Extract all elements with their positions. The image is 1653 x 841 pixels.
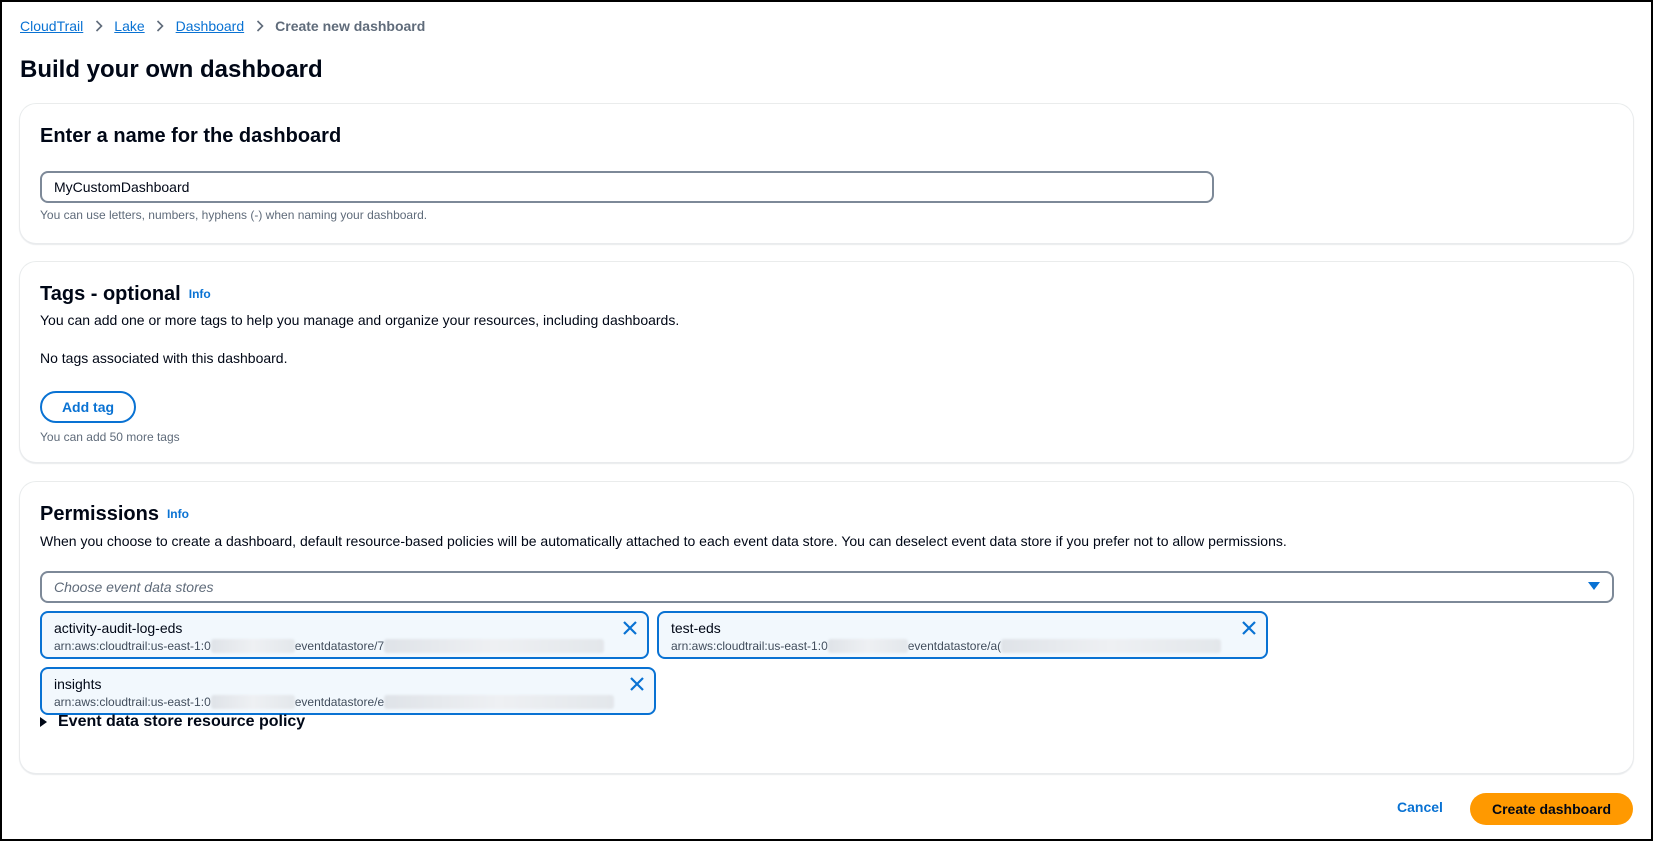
token-insights: insights arn:aws:cloudtrail:us-east-1:0 e… <box>40 667 656 715</box>
token-name: test-eds <box>671 620 721 636</box>
token-activity-audit-log-eds: activity-audit-log-eds arn:aws:cloudtrai… <box>40 611 649 659</box>
create-dashboard-button[interactable]: Create dashboard <box>1470 793 1633 825</box>
tags-empty-text: No tags associated with this dashboard. <box>40 350 288 366</box>
tags-container: Tags - optional Info You can add one or m… <box>20 262 1633 462</box>
caret-right-icon <box>40 717 47 727</box>
tags-section-title: Tags - optional <box>40 283 181 305</box>
caret-down-icon <box>1588 578 1600 596</box>
token-arn: arn:aws:cloudtrail:us-east-1:0 eventdatas… <box>54 637 635 655</box>
event-data-store-select[interactable]: Choose event data stores <box>40 571 1614 603</box>
tags-section-header: Tags - optional Info <box>40 283 211 306</box>
name-container: Enter a name for the dashboard You can u… <box>20 104 1633 243</box>
cancel-button[interactable]: Cancel <box>1397 799 1443 815</box>
close-icon[interactable] <box>1240 619 1258 637</box>
permissions-section-header: Permissions Info <box>40 503 189 526</box>
add-tag-button[interactable]: Add tag <box>40 391 136 423</box>
name-hint: You can use letters, numbers, hyphens (-… <box>40 208 428 222</box>
tags-info-link[interactable]: Info <box>189 287 211 301</box>
permissions-section-title: Permissions <box>40 503 159 525</box>
dashboard-name-input[interactable] <box>40 171 1214 203</box>
chevron-right-icon <box>145 20 176 32</box>
token-name: activity-audit-log-eds <box>54 620 183 636</box>
permissions-description: When you choose to create a dashboard, d… <box>40 533 1287 549</box>
permissions-info-link[interactable]: Info <box>167 507 189 521</box>
chevron-right-icon <box>83 20 114 32</box>
tags-description: You can add one or more tags to help you… <box>40 312 680 328</box>
expander-label: Event data store resource policy <box>58 713 306 730</box>
name-section-title: Enter a name for the dashboard <box>40 125 342 147</box>
resource-policy-expander[interactable]: Event data store resource policy <box>40 713 305 731</box>
chevron-right-icon <box>244 20 275 32</box>
breadcrumb-lake[interactable]: Lake <box>114 18 144 34</box>
token-arn: arn:aws:cloudtrail:us-east-1:0 eventdatas… <box>54 693 642 711</box>
breadcrumb-current: Create new dashboard <box>275 18 426 34</box>
breadcrumb-dashboard[interactable]: Dashboard <box>176 18 245 34</box>
token-arn: arn:aws:cloudtrail:us-east-1:0 eventdatas… <box>671 637 1254 655</box>
close-icon[interactable] <box>628 675 646 693</box>
breadcrumb-cloudtrail[interactable]: CloudTrail <box>20 18 83 34</box>
select-placeholder: Choose event data stores <box>54 579 214 595</box>
token-test-eds: test-eds arn:aws:cloudtrail:us-east-1:0 e… <box>657 611 1268 659</box>
permissions-container: Permissions Info When you choose to creat… <box>20 482 1633 773</box>
tags-hint: You can add 50 more tags <box>40 430 180 444</box>
page-title: Build your own dashboard <box>20 56 323 83</box>
close-icon[interactable] <box>621 619 639 637</box>
breadcrumb: CloudTrail Lake Dashboard Create new das… <box>20 16 425 36</box>
token-name: insights <box>54 676 102 692</box>
